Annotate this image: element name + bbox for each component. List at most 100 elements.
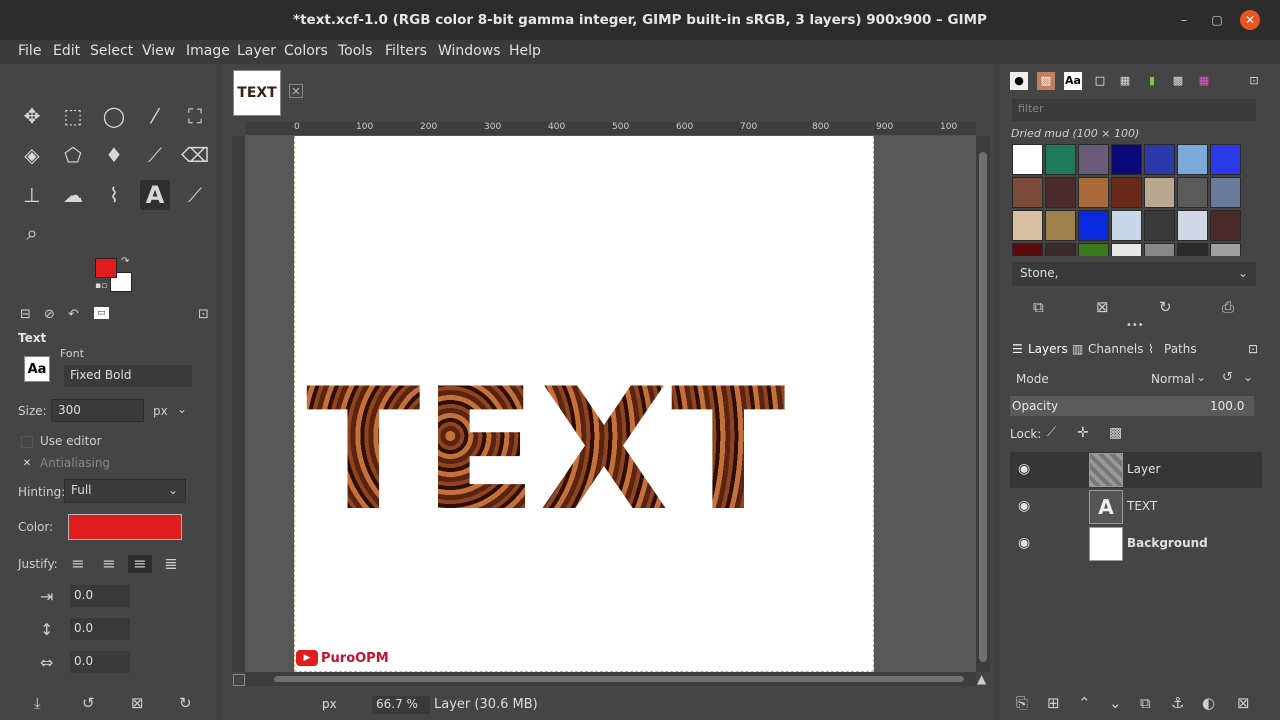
pattern-swatch[interactable] [1210,210,1241,241]
foreground-color-swatch[interactable] [95,258,117,278]
warp-icon[interactable]: ◈ [17,140,47,170]
visibility-eye-icon[interactable]: ◉ [1018,498,1030,514]
pattern-swatch[interactable] [1144,243,1175,256]
text-color-button[interactable] [68,514,182,540]
pattern-swatch[interactable] [1210,243,1241,256]
letter-spacing-input[interactable]: 0.0 [70,651,130,673]
pattern-swatch[interactable] [1045,144,1076,175]
pattern-filter-input[interactable]: filter [1012,99,1256,121]
new-layer-icon[interactable]: ⎘ [1016,694,1028,712]
configure-tab-icon[interactable]: ⊡ [1245,72,1263,90]
tool-options-tab-icon[interactable]: ⊟ [20,307,31,322]
mask-layer-icon[interactable]: ◐ [1202,694,1215,712]
pattern-swatch[interactable] [1078,144,1109,175]
menu-select[interactable]: Select [90,43,133,59]
pattern-swatch[interactable] [1144,144,1175,175]
zoom-select[interactable]: 66.7 % [372,696,430,714]
lock-position-icon[interactable]: ✛ [1077,425,1089,441]
menu-colors[interactable]: Colors [284,43,328,59]
pattern-swatch[interactable] [1111,177,1142,208]
menu-layer[interactable]: Layer [237,43,276,59]
close-button[interactable]: ✕ [1240,10,1260,30]
restore-options-icon[interactable]: ↺ [82,694,95,712]
pattern-swatch[interactable] [1012,243,1043,256]
pattern-swatch[interactable] [1177,177,1208,208]
reset-colors-icon[interactable]: ▪▫ [95,281,107,291]
reset-mode-icon[interactable]: ↺ [1222,370,1233,385]
pattern-swatch[interactable] [1078,210,1109,241]
tab-paths[interactable]: Paths [1164,342,1197,356]
pattern-swatch[interactable] [1144,177,1175,208]
color-picker-icon[interactable]: ⟋ [180,180,210,210]
transform-icon[interactable]: ⬠ [58,140,88,170]
image-tab-thumbnail[interactable]: TEXT [233,70,281,116]
templates-tab-icon[interactable]: ▦ [1116,72,1134,90]
menu-edit[interactable]: Edit [53,43,80,59]
lasso-icon[interactable]: ◯ [99,101,129,131]
tab-channels[interactable]: Channels [1088,342,1144,356]
justify-fill-icon[interactable]: ≣ [159,555,183,573]
visibility-eye-icon[interactable]: ◉ [1018,461,1030,477]
font-name-field[interactable]: Fixed Bold [64,365,192,387]
delete-options-icon[interactable]: ⊠ [131,694,144,712]
menu-file[interactable]: File [18,43,41,59]
configure-tab-icon[interactable]: ⊡ [1248,342,1258,356]
pattern-swatch[interactable] [1078,243,1109,256]
chevron-down-icon[interactable]: ⌄ [1243,370,1253,384]
swap-colors-icon[interactable]: ↷ [121,256,129,267]
mode-select[interactable]: Normal [1151,372,1194,386]
dock-separator-handle[interactable]: ••• [1126,320,1144,331]
pattern-swatch[interactable] [1111,144,1142,175]
pattern-swatch[interactable] [1177,210,1208,241]
fuzzy-select-icon[interactable]: ⁄ [140,101,170,131]
reset-options-icon[interactable]: ↻ [179,694,192,712]
paintbrush-icon[interactable]: ⟋ [140,140,170,170]
layers-tab-icon[interactable]: ☰ [1012,342,1023,356]
delete-pattern-icon[interactable]: ⊠ [1096,298,1109,316]
pattern-swatch[interactable] [1210,177,1241,208]
save-options-icon[interactable]: ⤓ [34,694,41,712]
rect-select-icon[interactable]: ⬚ [58,101,88,131]
horizontal-scroll-thumb[interactable] [274,676,964,682]
smudge-icon[interactable]: ☁ [58,180,88,210]
pattern-swatch[interactable] [1144,210,1175,241]
bucket-icon[interactable]: ♦ [99,140,129,170]
duplicate-layer-icon[interactable]: ⧉ [1140,694,1151,712]
layer-row[interactable]: ◉ A TEXT [1010,489,1262,525]
pattern-swatch[interactable] [1177,243,1208,256]
antialiasing-checkbox[interactable]: ✕ [21,458,33,470]
pattern-swatch[interactable] [1045,177,1076,208]
open-as-image-icon[interactable]: ⧉ [1033,298,1044,316]
vertical-scrollbar[interactable] [976,136,990,672]
delete-layer-icon[interactable]: ⊠ [1237,694,1250,712]
pattern-swatch[interactable] [1045,243,1076,256]
menu-filters[interactable]: Filters [385,43,427,59]
justify-right-icon[interactable]: ≡ [97,555,121,573]
eraser-icon[interactable]: ⌫ [180,140,210,170]
horizontal-scrollbar[interactable] [246,672,976,686]
line-spacing-input[interactable]: 0.0 [70,618,130,640]
right-dock-sash[interactable] [994,64,1000,720]
pattern-swatch[interactable] [1111,210,1142,241]
new-group-icon[interactable]: ⊞ [1047,694,1060,712]
gradients-tab-icon[interactable]: ▮ [1143,72,1161,90]
canvas-text-layer[interactable]: TEXT [306,366,787,534]
justify-center-icon[interactable]: ≡ [128,555,152,573]
paths-tab-icon[interactable]: ⌇ [1148,342,1154,356]
fonts-tab-icon[interactable]: Aa [1064,72,1082,90]
device-status-tab-icon[interactable]: ⊘ [44,307,55,322]
zoom-icon[interactable]: ⌕ [17,218,47,248]
edit-pattern-icon[interactable]: ⎙ [1222,298,1234,316]
vertical-scroll-thumb[interactable] [979,152,987,662]
pattern-swatch[interactable] [1045,210,1076,241]
chevron-down-icon[interactable]: ⌄ [177,402,187,416]
pattern-swatch[interactable] [1012,144,1043,175]
crop-icon[interactable]: ⛶ [180,101,210,131]
menu-image[interactable]: Image [186,43,230,59]
pattern-grid[interactable] [1012,144,1244,256]
pattern-swatch[interactable] [1012,177,1043,208]
paths-icon[interactable]: ⌇ [99,180,129,210]
navigate-icon[interactable]: ▲ [977,672,986,686]
unit-select[interactable]: px [322,697,337,711]
pattern-swatch[interactable] [1177,144,1208,175]
